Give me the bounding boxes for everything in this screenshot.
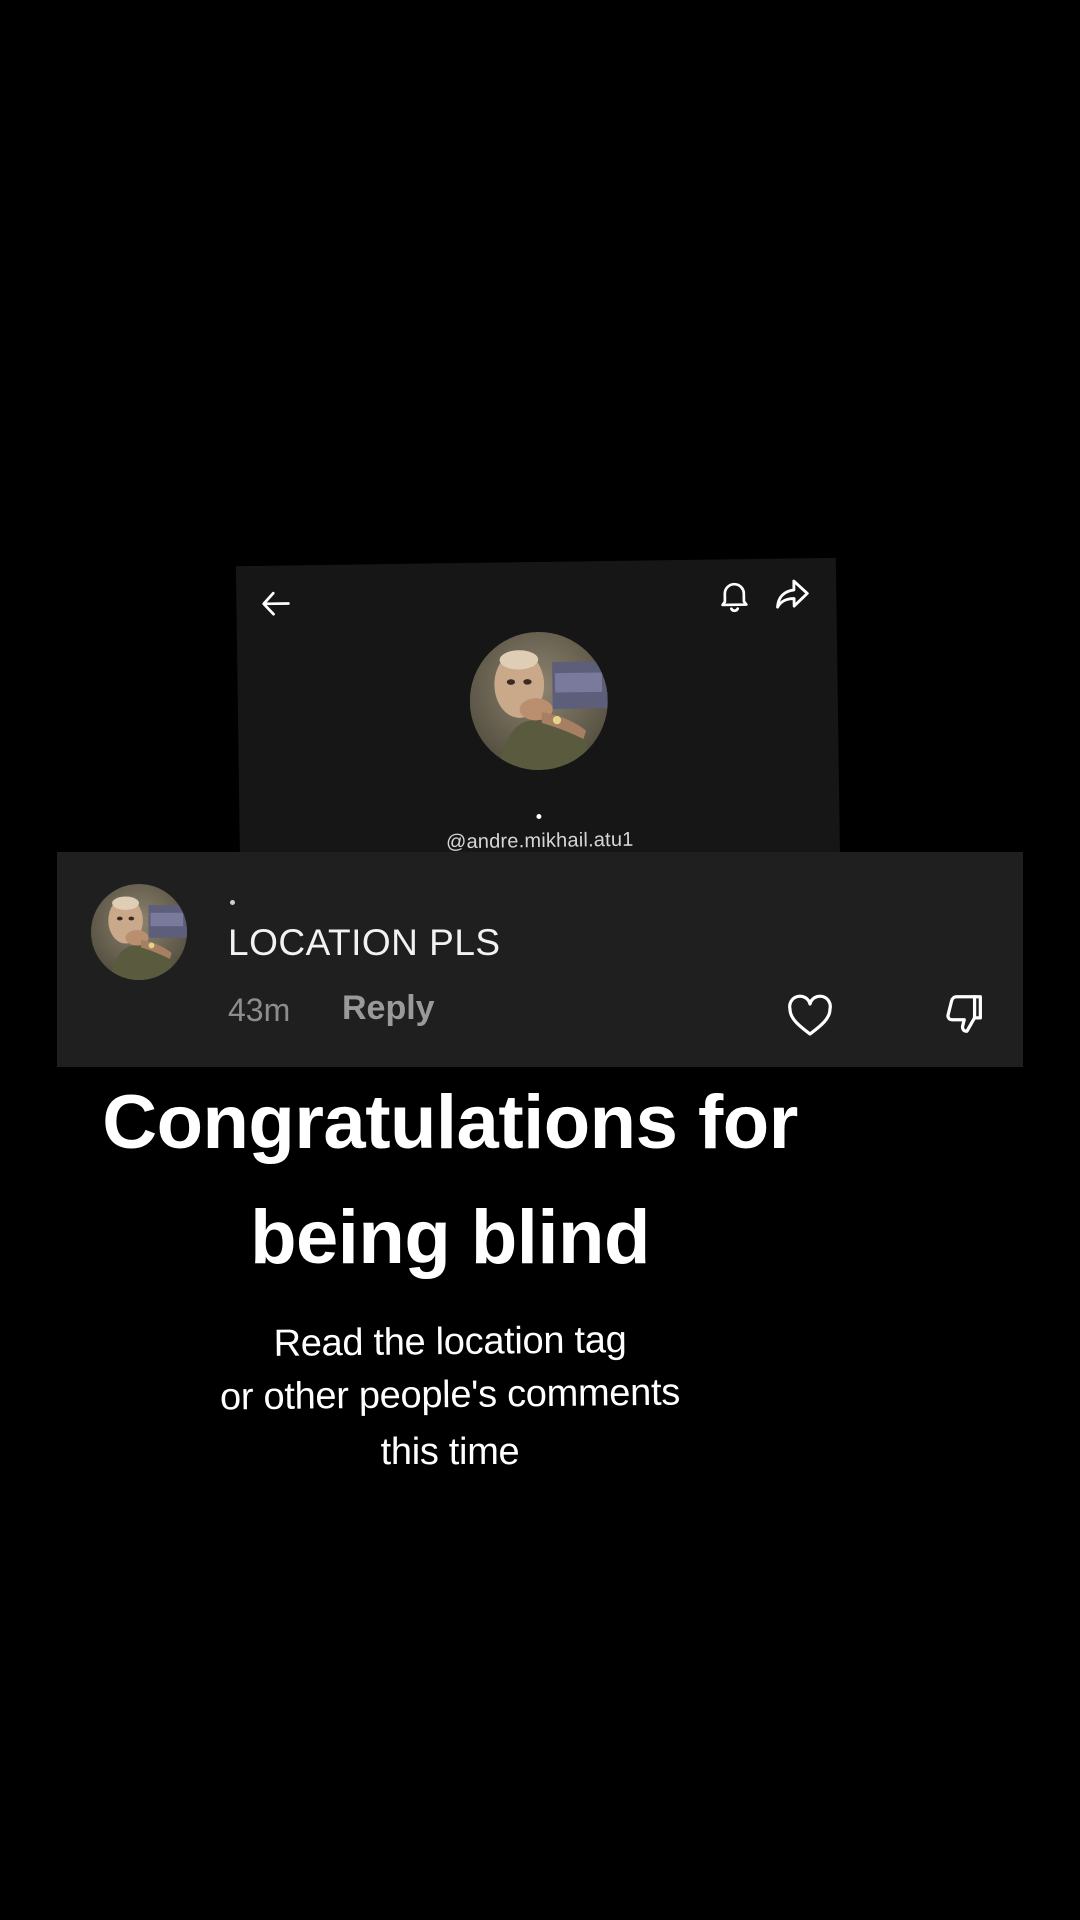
- heart-outline-icon: [788, 994, 832, 1036]
- caption-sub-line-2: or other people's comments: [219, 1371, 681, 1419]
- like-button[interactable]: [784, 990, 836, 1040]
- caption-sub-line-1: Read the location tag: [273, 1319, 627, 1365]
- reply-button[interactable]: Reply: [342, 989, 435, 1028]
- comment-text: LOCATION PLS: [228, 922, 501, 963]
- caption-headline-line-2: being blind: [250, 1195, 650, 1280]
- commenter-name-dot: [230, 900, 235, 905]
- dislike-button[interactable]: [939, 988, 991, 1040]
- share-button[interactable]: [770, 572, 815, 617]
- arrow-left-icon: [262, 591, 290, 616]
- avatar-photo: [91, 884, 187, 980]
- share-arrow-icon: [776, 579, 809, 609]
- bell-icon: [721, 582, 748, 613]
- thumbs-down-icon: [946, 995, 982, 1033]
- back-button[interactable]: [256, 583, 297, 624]
- commenter-avatar[interactable]: [91, 884, 187, 980]
- comment-timestamp: 43m: [228, 992, 291, 1028]
- display-name-dot: [536, 813, 542, 820]
- profile-header-card: @andre.mikhail.atu1: [235, 557, 841, 875]
- caption-sub-line-3: this time: [380, 1431, 520, 1473]
- caption-headline-line-1: Congratulations for: [102, 1080, 798, 1165]
- avatar-photo: [468, 631, 609, 771]
- profile-avatar[interactable]: [468, 631, 609, 771]
- notifications-button[interactable]: [714, 573, 755, 618]
- comment-card: LOCATION PLS 43m Reply: [57, 852, 1023, 1067]
